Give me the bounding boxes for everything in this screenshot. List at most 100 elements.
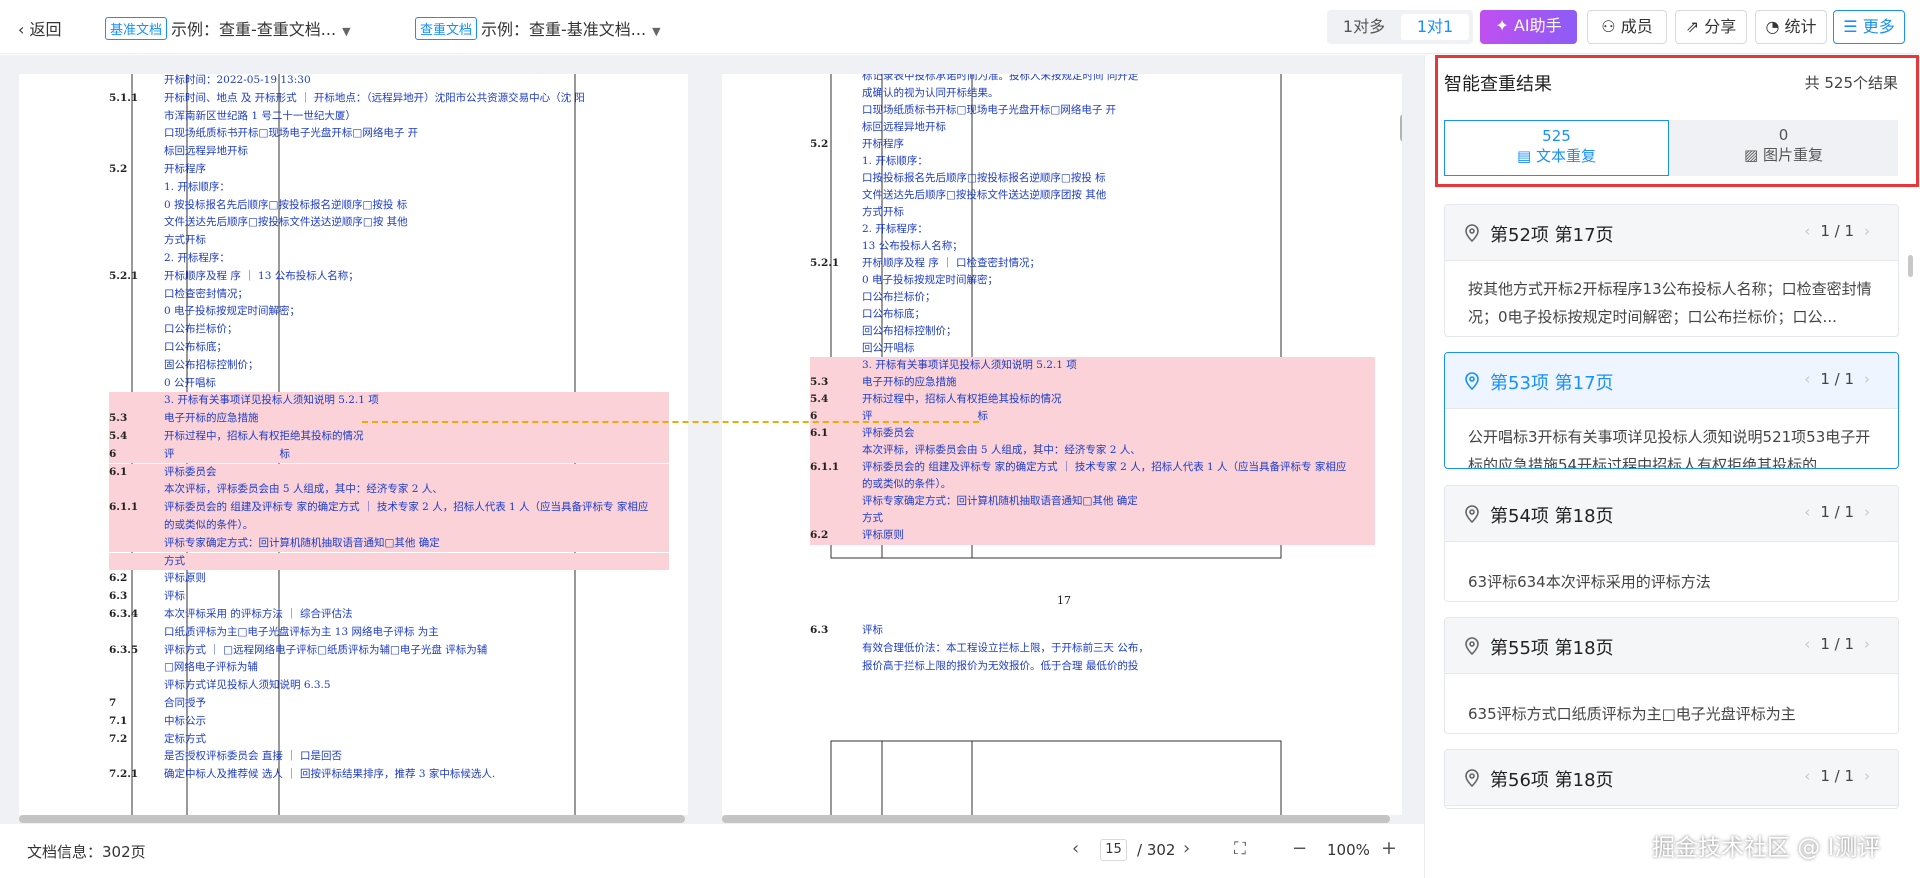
doc-line: 标回远程异地开标 [109, 143, 669, 161]
doc-line: 5.2 开标程序 [810, 136, 1375, 154]
base-document-page[interactable]: 开标时间：2022-05-19 13:30 5.1.1 开标时间、地点 及 开标形式… [19, 74, 688, 815]
doc-line: 成确认的视为认同开标结果。 [810, 85, 1375, 103]
doc-line: 是否授权评标委员会 直接 ｜ 口是回否 [109, 748, 669, 766]
result-card-active[interactable]: 第53项 第17页 ‹ 1 / 1 › 公开唱标3开标有关事项详见投标人须知说明52… [1444, 352, 1899, 469]
doc-line: 口公布拦标价； [810, 289, 1375, 307]
line-text: 评标委员会 [164, 465, 217, 478]
check-document-page[interactable]: 标记录表中投标承诺时间为准。投标人未按规定时间 同开走成确认的视为认同开标结果。… [722, 74, 1402, 815]
doc-line: 口纸质评标为主□电子光盘评标为主 13 网络电子评标 为主 [109, 624, 669, 642]
doc-line: 口现场纸质标书开标□现场电子光盘开标□网络电子 开 [109, 125, 669, 143]
result-card[interactable]: 第55项 第18页 ‹ 1 / 1 › 635评标方式口纸质评标为主□电子光盘评标为… [1444, 617, 1899, 734]
doc-line: 7.1 中标公示 [109, 713, 669, 731]
line-text: 评标专家确定方式：回计算机随机抽取语音通知□其他 确定 [862, 495, 1138, 507]
result-card[interactable]: 第54项 第18页 ‹ 1 / 1 › 63评标634本次评标采用的评标方法 [1444, 485, 1899, 602]
mode-one-to-one[interactable]: 1对1 [1401, 14, 1469, 40]
line-label: 5.3 [109, 412, 128, 425]
doc-line: 口按投标报名先后顺序□按投标报名逆顺序□按投 标 [810, 170, 1375, 188]
results-scrollbar[interactable] [1908, 255, 1913, 277]
results-total: 共 525个结果 [1804, 74, 1898, 92]
location-pin-icon [1465, 769, 1479, 787]
line-label: 6.3.5 [109, 643, 139, 656]
page-input[interactable]: 15 [1100, 839, 1127, 861]
top-toolbar: ‹ 返回 基准文档 示例：查重-查重文档... ▼ 查重文档 示例：查重-基准文档..… [0, 0, 1920, 54]
prev-match-button[interactable]: ‹ [1804, 767, 1810, 785]
line-text: 开标顺序及程 序 ｜ 13 公布投标人名称； [164, 269, 359, 282]
right-horizontal-scrollbar[interactable] [722, 815, 1390, 823]
doc-line: 3. 开标有关事项详见投标人须知说明 5.2.1 项 [810, 357, 1375, 375]
zoom-out-button[interactable]: − [1292, 838, 1307, 859]
line-label: 5.4 [109, 430, 128, 442]
line-label: 7 [109, 697, 117, 709]
line-text: 评标方式详见投标人须知说明 6.3.5 [164, 679, 331, 692]
tab-text-duplicates[interactable]: 525 ▤ 文本重复 [1444, 120, 1669, 176]
doc-line: 6.2 评标原则 [109, 570, 669, 588]
line-text: 开标过程中，招标人有权拒绝其投标的情况 [862, 393, 1062, 405]
line-label: 6.3 [810, 624, 829, 636]
next-page-button[interactable]: › [1183, 838, 1190, 859]
doc-line: 报价高于拦标上限的报价为无效报价。低于合理 最低价的投 [810, 658, 1375, 676]
result-card[interactable]: 第52项 第17页 ‹ 1 / 1 › 按其他方式开标2开标程序13公布投标人名称；… [1444, 204, 1899, 337]
page-total: / 302 [1137, 841, 1176, 859]
line-text: 评标专家确定方式：回计算机随机抽取语音通知□其他 确定 [164, 536, 440, 549]
line-text: 标回远程异地开标 [862, 121, 946, 133]
doc-line: 口公布拦标价； [109, 321, 669, 339]
line-text: 开标时间、地点 及 开标形式 ｜ 开标地点：（远程异地开）沈阳市公共资源交易中心… [164, 91, 585, 104]
line-label: 5.2 [109, 163, 128, 175]
doc-line: 5.4 开标过程中，招标人有权拒绝其投标的情况 [810, 391, 1375, 409]
base-doc-tag: 基准文档 [105, 17, 168, 40]
magic-wand-icon: ✦ [1495, 16, 1514, 35]
members-button[interactable]: ⚇ 成员 [1587, 10, 1667, 44]
back-button[interactable]: ‹ 返回 [18, 16, 62, 40]
line-label: 6.1 [810, 427, 829, 439]
line-label: 5.4 [810, 393, 829, 405]
line-text: 有效合理低价法：本工程设立拦标上限，于开标前三天 公布， [862, 642, 1149, 654]
line-text: 口公布标底； [164, 341, 227, 353]
chevron-left-icon: ‹ [18, 20, 30, 39]
doc-line: 的或类似的条件）。 [109, 517, 669, 535]
doc-line: 0 电子投标按规定时间解密； [109, 303, 669, 321]
doc-info: 文档信息：302页 [27, 843, 146, 861]
base-doc-name: 示例：查重-查重文档... [171, 20, 337, 39]
next-match-button[interactable]: › [1864, 222, 1870, 240]
next-match-button[interactable]: › [1864, 503, 1870, 521]
next-match-button[interactable]: › [1864, 635, 1870, 653]
doc-line: 回公布招标控制价； [810, 323, 1375, 341]
zoom-in-button[interactable]: + [1381, 837, 1397, 859]
line-text: 标记录表中投标承诺时间为准。投标人未按规定时间 同开走 [862, 74, 1139, 82]
share-button[interactable]: ⇗ 分享 [1675, 10, 1747, 44]
more-button[interactable]: ☰ 更多 [1833, 10, 1905, 44]
check-doc-select[interactable]: 查重文档 示例：查重-基准文档... ▼ [415, 16, 661, 40]
prev-match-button[interactable]: ‹ [1804, 370, 1810, 388]
prev-match-button[interactable]: ‹ [1804, 635, 1810, 653]
doc-line: 口公布标底； [109, 339, 669, 357]
menu-icon: ☰ [1843, 17, 1863, 36]
base-doc-select[interactable]: 基准文档 示例：查重-查重文档... ▼ [105, 16, 351, 40]
line-text: 本次评标，评标委员会由 5 人组成，其中：经济专家 2 人、 [164, 483, 443, 496]
line-text: 开标顺序及程 序 ｜ 口检查密封情况； [862, 257, 1041, 269]
left-horizontal-scrollbar[interactable] [19, 815, 685, 823]
line-text: 评标委员会 [862, 427, 915, 439]
tab-image-duplicates[interactable]: 0 ▨ 图片重复 [1669, 120, 1898, 176]
doc-line: 5.2.1 开标顺序及程 序 ｜ 口检查密封情况； [810, 255, 1375, 273]
image-icon: ▨ [1744, 146, 1763, 164]
doc-line: 0 按投标报名先后顺序□按投标报名逆顺序□按投 标 [109, 197, 669, 215]
prev-match-button[interactable]: ‹ [1804, 503, 1810, 521]
mode-one-to-many[interactable]: 1对多 [1331, 14, 1397, 40]
line-text: 标回远程异地开标 [164, 145, 248, 158]
fullscreen-icon[interactable]: ⛶ [1234, 839, 1246, 859]
doc-line: 有效合理低价法：本工程设立拦标上限，于开标前三天 公布， [810, 640, 1375, 658]
next-match-button[interactable]: › [1864, 370, 1870, 388]
doc-line: 6.3.4 本次评标采用 的评标方法 ｜ 综合评估法 [109, 606, 669, 624]
line-label: 5.2.1 [109, 269, 139, 282]
right-page-scrollbar[interactable] [1400, 114, 1402, 142]
next-match-button[interactable]: › [1864, 767, 1870, 785]
stats-button[interactable]: ◔ 统计 [1755, 10, 1827, 44]
prev-match-button[interactable]: ‹ [1804, 222, 1810, 240]
result-card[interactable]: 第56项 第18页 ‹ 1 / 1 › [1444, 749, 1899, 809]
ai-assistant-button[interactable]: ✦ AI助手 [1480, 10, 1577, 44]
result-snippet: 按其他方式开标2开标程序13公布投标人名称；口检查密封情况；0电子投标按规定时间… [1468, 280, 1872, 326]
prev-page-button[interactable]: ‹ [1072, 838, 1079, 859]
line-text: 0 电子投标按规定时间解密； [164, 305, 301, 318]
doc-line: 口公布标底； [810, 306, 1375, 324]
line-text: 3. 开标有关事项详见投标人须知说明 5.2.1 项 [164, 394, 379, 407]
